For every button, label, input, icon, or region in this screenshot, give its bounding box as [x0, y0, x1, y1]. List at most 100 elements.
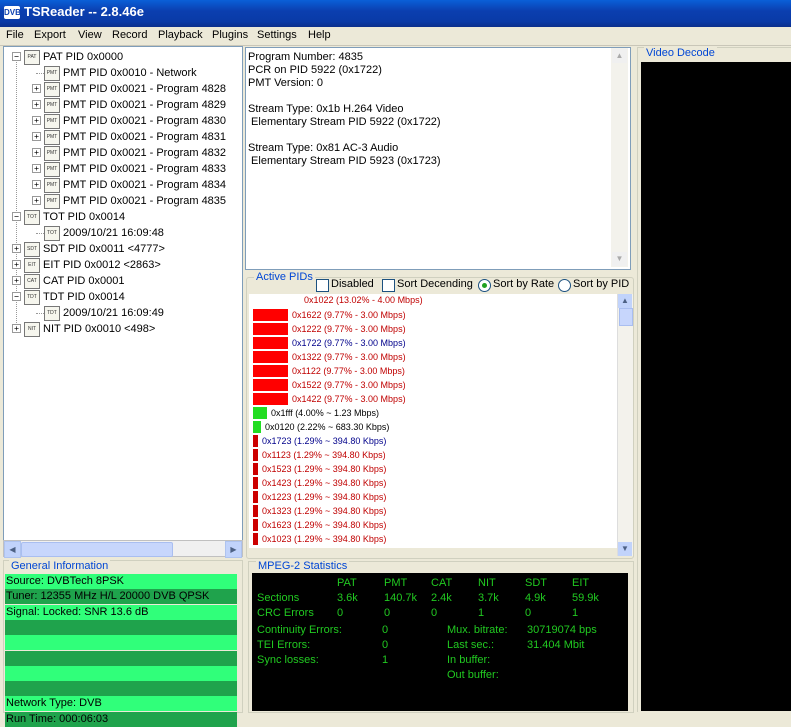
pid-rate-label[interactable]: 0x1023 (1.29% ~ 394.80 Kbps) — [262, 533, 386, 545]
tree-node-label: SDT PID 0x0011 <4777> — [43, 243, 165, 255]
collapse-icon[interactable]: − — [12, 292, 21, 301]
tree-node[interactable]: + PMT PMT PID 0x0021 - Program 4835 — [4, 193, 240, 209]
video-display[interactable] — [641, 62, 791, 711]
tree-node[interactable]: + SDT SDT PID 0x0011 <4777> — [4, 241, 240, 257]
menu-settings[interactable]: Settings — [257, 29, 297, 41]
tree-node[interactable]: + PMT PMT PID 0x0021 - Program 4832 — [4, 145, 240, 161]
expand-icon[interactable]: + — [12, 244, 21, 253]
pid-rate-label[interactable]: 0x1123 (1.29% ~ 394.80 Kbps) — [262, 449, 386, 461]
pid-rate-label[interactable]: 0x1122 (9.77% - 3.00 Mbps) — [292, 365, 405, 377]
sort-by-rate-label[interactable]: Sort by Rate — [493, 278, 554, 290]
sort-descending-checkbox[interactable] — [382, 279, 395, 292]
pid-rate-label[interactable]: 0x1422 (9.77% - 3.00 Mbps) — [292, 393, 406, 405]
pid-rate-bar — [253, 449, 258, 461]
pat-table-icon: PAT — [24, 50, 40, 65]
in-buffer-label: In buffer: — [447, 654, 491, 666]
expand-icon[interactable]: + — [32, 100, 41, 109]
continuity-errors-label: Continuity Errors: — [257, 624, 342, 636]
scroll-up-icon[interactable]: ▲ — [618, 294, 632, 308]
scroll-down-icon[interactable]: ▼ — [612, 252, 627, 266]
expand-icon[interactable]: + — [32, 164, 41, 173]
tree-node[interactable]: + PMT PMT PID 0x0021 - Program 4831 — [4, 129, 240, 145]
scroll-left-icon[interactable]: ◀ — [4, 541, 21, 558]
pid-tree[interactable]: − PAT PAT PID 0x0000 PMT PMT PID 0x0010 - Ne… — [3, 46, 243, 542]
mpeg2-statistics-title: MPEG-2 Statistics — [256, 560, 350, 572]
pid-rate-label[interactable]: 0x1223 (1.29% ~ 394.80 Kbps) — [262, 491, 386, 503]
pid-rate-label[interactable]: 0x1222 (9.77% - 3.00 Mbps) — [292, 323, 406, 335]
tree-horizontal-scrollbar[interactable]: ◀ ▶ — [3, 540, 243, 558]
program-info-line: Stream Type: 0x81 AC-3 Audio — [248, 142, 399, 154]
pid-rate-label[interactable]: 0x0120 (2.22% ~ 683.30 Kbps) — [265, 421, 389, 433]
general-info-line: Tuner: 12355 MHz H/L 20000 DVB QPSK — [5, 589, 237, 605]
expand-icon[interactable]: + — [12, 260, 21, 269]
expand-icon[interactable]: + — [32, 84, 41, 93]
pid-rate-label[interactable]: 0x1323 (1.29% ~ 394.80 Kbps) — [262, 505, 386, 517]
tree-node[interactable]: + EIT EIT PID 0x0012 <2863> — [4, 257, 240, 273]
pmt-table-icon: PMT — [44, 114, 60, 129]
pid-rate-label[interactable]: 0x1523 (1.29% ~ 394.80 Kbps) — [262, 463, 386, 475]
menu-help[interactable]: Help — [308, 29, 331, 41]
tree-node[interactable]: TDT 2009/10/21 16:09:49 — [4, 305, 240, 321]
program-info-scrollbar[interactable]: ▲ ▼ — [611, 48, 628, 267]
disabled-label[interactable]: Disabled — [331, 278, 374, 290]
tree-node[interactable]: TOT 2009/10/21 16:09:48 — [4, 225, 240, 241]
menu-record[interactable]: Record — [112, 29, 147, 41]
expand-icon[interactable]: + — [32, 148, 41, 157]
tree-node[interactable]: − PAT PAT PID 0x0000 — [4, 49, 240, 65]
expand-icon[interactable]: + — [12, 276, 21, 285]
scroll-up-icon[interactable]: ▲ — [612, 49, 627, 63]
expand-icon[interactable]: + — [12, 324, 21, 333]
pid-rate-label[interactable]: 0x1322 (9.77% - 3.00 Mbps) — [292, 351, 406, 363]
disabled-checkbox[interactable] — [316, 279, 329, 292]
pid-rate-label[interactable]: 0x1722 (9.77% - 3.00 Mbps) — [292, 337, 406, 349]
tree-node[interactable]: − TOT TOT PID 0x0014 — [4, 209, 240, 225]
expand-icon[interactable]: + — [32, 116, 41, 125]
tree-node[interactable]: + PMT PMT PID 0x0021 - Program 4829 — [4, 97, 240, 113]
tree-connector — [36, 233, 44, 234]
tree-node[interactable]: + PMT PMT PID 0x0021 - Program 4833 — [4, 161, 240, 177]
menu-file[interactable]: File — [6, 29, 24, 41]
expand-icon[interactable]: + — [32, 132, 41, 141]
scroll-right-icon[interactable]: ▶ — [225, 541, 242, 558]
collapse-icon[interactable]: − — [12, 52, 21, 61]
pid-rate-label[interactable]: 0x1522 (9.77% - 3.00 Mbps) — [292, 379, 406, 391]
pid-rate-bar — [253, 421, 261, 433]
sort-by-pid-label[interactable]: Sort by PID — [573, 278, 629, 290]
expand-icon[interactable]: + — [32, 196, 41, 205]
pmt-table-icon: PMT — [44, 98, 60, 113]
tree-node-label: 2009/10/21 16:09:48 — [63, 227, 164, 239]
scroll-down-icon[interactable]: ▼ — [618, 542, 632, 556]
tree-node[interactable]: + PMT PMT PID 0x0021 - Program 4828 — [4, 81, 240, 97]
menu-view[interactable]: View — [78, 29, 102, 41]
tree-node-label: PMT PID 0x0021 - Program 4833 — [63, 163, 227, 175]
active-pids-list[interactable]: 0x1022 (13.02% - 4.00 Mbps) 0x1622 (9.77%… — [249, 294, 617, 548]
pid-rate-label[interactable]: 0x1723 (1.29% ~ 394.80 Kbps) — [262, 435, 386, 447]
tree-node[interactable]: + PMT PMT PID 0x0021 - Program 4830 — [4, 113, 240, 129]
menu-export[interactable]: Export — [34, 29, 66, 41]
col-sdt-header: SDT — [525, 577, 547, 589]
title-bar[interactable]: DVB TSReader -- 2.8.46e — [0, 0, 791, 27]
pid-rate-label[interactable]: 0x1fff (4.00% ~ 1.23 Mbps) — [271, 407, 379, 419]
tree-node[interactable]: + PMT PMT PID 0x0021 - Program 4834 — [4, 177, 240, 193]
pid-rate-label[interactable]: 0x1423 (1.29% ~ 394.80 Kbps) — [262, 477, 386, 489]
menu-plugins[interactable]: Plugins — [212, 29, 248, 41]
tree-node[interactable]: − TDT TDT PID 0x0014 — [4, 289, 240, 305]
collapse-icon[interactable]: − — [12, 212, 21, 221]
sort-by-rate-radio[interactable] — [478, 279, 491, 292]
pid-rate-label[interactable]: 0x1623 (1.29% ~ 394.80 Kbps) — [262, 519, 386, 531]
pid-rate-label[interactable]: 0x1022 (13.02% - 4.00 Mbps) — [304, 294, 423, 306]
tree-scroll-thumb[interactable] — [21, 542, 173, 557]
expand-icon[interactable]: + — [32, 180, 41, 189]
tree-node[interactable]: PMT PMT PID 0x0010 - Network — [4, 65, 240, 81]
tree-node[interactable]: + NIT NIT PID 0x0010 <498> — [4, 321, 240, 337]
menu-playback[interactable]: Playback — [158, 29, 203, 41]
crc-pmt: 0 — [384, 607, 391, 619]
tree-node[interactable]: + CAT CAT PID 0x0001 — [4, 273, 240, 289]
sort-descending-label[interactable]: Sort Decending — [397, 278, 473, 290]
general-info-line — [5, 619, 237, 635]
crc-cat: 0 — [431, 607, 438, 619]
active-pids-scrollbar[interactable]: ▲ ▼ — [617, 294, 633, 556]
sort-by-pid-radio[interactable] — [558, 279, 571, 292]
pid-rate-label[interactable]: 0x1622 (9.77% - 3.00 Mbps) — [292, 309, 406, 321]
pids-scroll-thumb[interactable] — [619, 308, 633, 326]
